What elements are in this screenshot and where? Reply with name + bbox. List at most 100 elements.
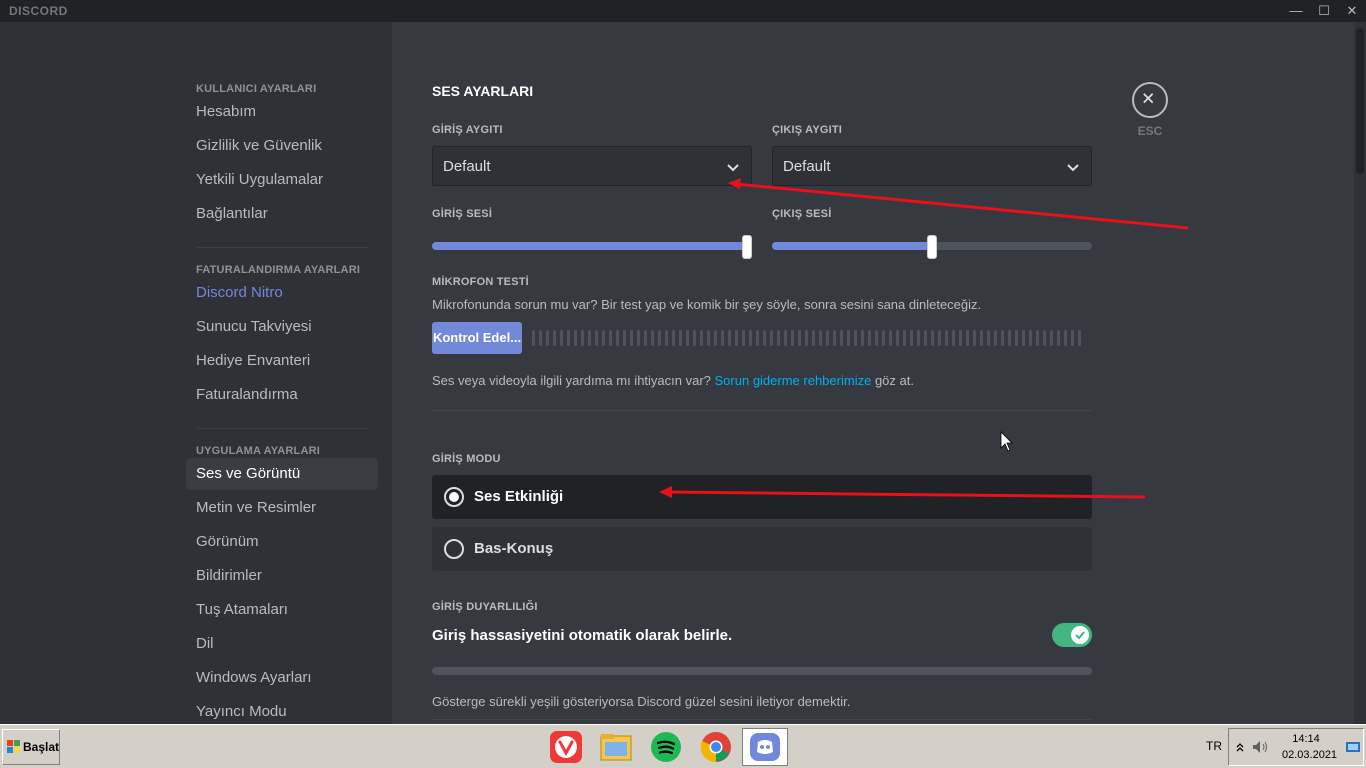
sidebar-item[interactable]: Görünüm — [186, 526, 378, 558]
sidebar-item[interactable]: Metin ve Resimler — [186, 492, 378, 524]
mic-level-bar — [623, 330, 626, 346]
radio-push-to-talk[interactable]: Bas-Konuş — [432, 527, 1092, 571]
output-volume-handle[interactable] — [927, 235, 937, 259]
mic-level-bar — [931, 330, 934, 346]
start-label: Başlat — [23, 740, 60, 754]
sidebar-item[interactable]: Yayıncı Modu — [186, 696, 378, 724]
close-icon[interactable] — [1132, 82, 1168, 118]
mic-level-bar — [994, 330, 997, 346]
sidebar-item[interactable]: Hediye Envanteri — [186, 345, 378, 377]
sidebar-separator — [196, 247, 368, 248]
vivaldi-icon[interactable] — [543, 728, 589, 766]
language-indicator[interactable]: TR — [1206, 739, 1222, 753]
esc-label: ESC — [1137, 124, 1163, 138]
discord-icon[interactable] — [742, 728, 788, 766]
radio-selected-icon — [444, 487, 464, 507]
mic-level-bar — [840, 330, 843, 346]
scrollbar-thumb[interactable] — [1356, 28, 1364, 174]
sidebar-item[interactable]: Ses ve Görüntü — [186, 458, 378, 490]
mic-level-bar — [791, 330, 794, 346]
mic-level-bar — [847, 330, 850, 346]
close-settings[interactable]: ESC — [1132, 82, 1168, 142]
mic-level-bar — [651, 330, 654, 346]
input-device-label: GİRİŞ AYGITI — [432, 124, 503, 136]
check-icon — [1071, 626, 1089, 644]
sidebar-section-header: KULLANICI AYARLARI — [196, 83, 317, 95]
mic-level-bar — [798, 330, 801, 346]
tray-expand-icon[interactable] — [1235, 741, 1245, 753]
output-device-select[interactable]: Default — [772, 146, 1092, 186]
mic-level-bar — [658, 330, 661, 346]
mic-level-bar — [672, 330, 675, 346]
mic-level-bar — [966, 330, 969, 346]
mic-level-bar — [693, 330, 696, 346]
sidebar-item[interactable]: Tuş Atamaları — [186, 594, 378, 626]
mic-level-bar — [889, 330, 892, 346]
notification-icon[interactable] — [1345, 741, 1361, 755]
sidebar-item[interactable]: Sunucu Takviyesi — [186, 311, 378, 343]
mic-level-bar — [728, 330, 731, 346]
mic-test-label: MİKROFON TESTİ — [432, 276, 529, 288]
mic-level-bar — [854, 330, 857, 346]
input-device-value: Default — [443, 158, 491, 175]
sidebar-separator — [196, 428, 368, 429]
input-device-select[interactable]: Default — [432, 146, 752, 186]
mic-level-bar — [644, 330, 647, 346]
sidebar-item[interactable]: Hesabım — [186, 96, 378, 128]
clock-time[interactable]: 14:14 — [1286, 733, 1326, 745]
radio-voice-activity-label: Ses Etkinliği — [474, 488, 564, 505]
maximize-icon[interactable]: ☐ — [1310, 0, 1338, 22]
mic-level-bar — [539, 330, 542, 346]
sidebar-item[interactable]: Windows Ayarları — [186, 662, 378, 694]
mic-level-bar — [1064, 330, 1067, 346]
mic-level-bar — [574, 330, 577, 346]
sidebar-item[interactable]: Discord Nitro — [186, 277, 378, 309]
sidebar-item[interactable]: Bağlantılar — [186, 198, 378, 230]
input-volume-handle[interactable] — [742, 235, 753, 259]
mic-level-bar — [882, 330, 885, 346]
mic-level-bar — [1001, 330, 1004, 346]
sidebar-item[interactable]: Gizlilik ve Güvenlik — [186, 130, 378, 162]
mic-level-bar — [1015, 330, 1018, 346]
mic-test-button[interactable]: Kontrol Edel... — [432, 322, 522, 354]
clock-date[interactable]: 02.03.2021 — [1282, 749, 1337, 761]
sidebar-item[interactable]: Dil — [186, 628, 378, 660]
chrome-icon[interactable] — [693, 728, 739, 766]
mic-level-bar — [742, 330, 745, 346]
close-window-icon[interactable]: ✕ — [1338, 0, 1366, 22]
troubleshoot-link[interactable]: Sorun giderme rehberimize — [715, 373, 872, 388]
mic-test-description: Mikrofonunda sorun mu var? Bir test yap … — [432, 297, 982, 312]
sidebar-item[interactable]: Yetkili Uygulamalar — [186, 164, 378, 196]
mic-level-bar — [938, 330, 941, 346]
mic-level-bar — [637, 330, 640, 346]
spotify-icon[interactable] — [643, 728, 689, 766]
voice-settings-panel: SES AYARLARI GİRİŞ AYGITI Default ÇIKIŞ … — [392, 22, 1354, 724]
settings-sidebar: KULLANICI AYARLARI Hesabım Gizlilik ve Güv… — [0, 22, 392, 724]
mic-level-bar — [903, 330, 906, 346]
start-button[interactable]: Başlat — [2, 729, 60, 765]
windows-logo-icon — [7, 740, 20, 753]
input-volume-fill — [432, 242, 748, 250]
auto-sensitivity-label: Giriş hassasiyetini otomatik olarak beli… — [432, 627, 733, 644]
minimize-icon[interactable]: — — [1282, 0, 1310, 22]
input-volume-slider[interactable] — [432, 235, 753, 259]
mic-level-bar — [756, 330, 759, 346]
mic-level-bar — [980, 330, 983, 346]
content-scrollbar[interactable] — [1354, 22, 1366, 724]
auto-sensitivity-toggle[interactable] — [1052, 623, 1092, 647]
sidebar-item[interactable]: Faturalandırma — [186, 379, 378, 411]
output-volume-slider[interactable] — [772, 235, 1092, 259]
sidebar-item[interactable]: Bildirimler — [186, 560, 378, 592]
mic-level-bar — [700, 330, 703, 346]
volume-icon[interactable] — [1251, 739, 1271, 755]
radio-voice-activity[interactable]: Ses Etkinliği — [432, 475, 1092, 519]
mic-level-bar — [973, 330, 976, 346]
mic-level-bar — [987, 330, 990, 346]
mic-level-bar — [679, 330, 682, 346]
app-brand: DISCORD — [9, 4, 68, 18]
mic-level-bar — [945, 330, 948, 346]
mic-level-bar — [546, 330, 549, 346]
file-explorer-icon[interactable] — [593, 728, 639, 766]
chevron-down-icon — [1067, 164, 1079, 172]
mic-level-bar — [777, 330, 780, 346]
